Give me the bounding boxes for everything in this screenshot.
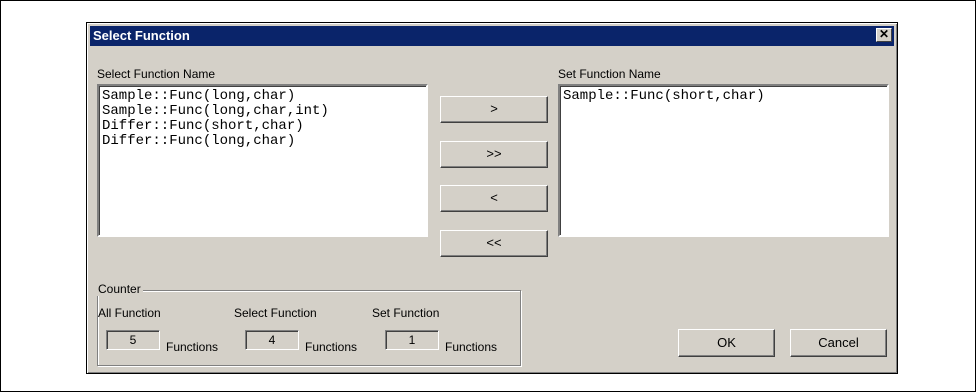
remove-all-button[interactable]: << bbox=[440, 230, 548, 257]
all-function-label: All Function bbox=[98, 306, 161, 320]
select-function-dialog: Select Function ✕ Select Function Name S… bbox=[86, 22, 898, 374]
select-function-name-label: Select Function Name bbox=[97, 67, 216, 81]
close-icon[interactable]: ✕ bbox=[876, 28, 892, 42]
remove-button[interactable]: < bbox=[440, 185, 548, 212]
title-bar[interactable]: Select Function ✕ bbox=[90, 26, 894, 46]
list-item[interactable]: Sample::Func(short,char) bbox=[563, 89, 887, 104]
select-function-unit: Functions bbox=[305, 340, 358, 354]
all-function-count: 5 bbox=[106, 330, 160, 350]
set-function-count: 1 bbox=[385, 330, 439, 350]
select-function-label: Select Function bbox=[234, 306, 317, 320]
add-button[interactable]: > bbox=[440, 96, 548, 123]
list-item[interactable]: Sample::Func(long,char) bbox=[102, 89, 426, 104]
select-function-count: 4 bbox=[245, 330, 299, 350]
list-item[interactable]: Differ::Func(long,char) bbox=[102, 134, 426, 149]
list-item[interactable]: Sample::Func(long,char,int) bbox=[102, 104, 426, 119]
list-item[interactable]: Differ::Func(short,char) bbox=[102, 119, 426, 134]
cancel-button[interactable]: Cancel bbox=[790, 329, 887, 357]
set-function-name-label: Set Function Name bbox=[558, 67, 661, 81]
counter-groupbox bbox=[97, 290, 521, 366]
dialog-title: Select Function bbox=[93, 28, 190, 43]
set-function-label: Set Function bbox=[372, 306, 440, 320]
counter-legend: Counter bbox=[96, 282, 143, 296]
select-function-list[interactable]: Sample::Func(long,char) Sample::Func(lon… bbox=[97, 84, 428, 237]
set-function-unit: Functions bbox=[445, 340, 498, 354]
set-function-list[interactable]: Sample::Func(short,char) bbox=[558, 84, 889, 237]
all-function-unit: Functions bbox=[166, 340, 219, 354]
add-all-button[interactable]: >> bbox=[440, 141, 548, 168]
ok-button[interactable]: OK bbox=[678, 329, 775, 357]
